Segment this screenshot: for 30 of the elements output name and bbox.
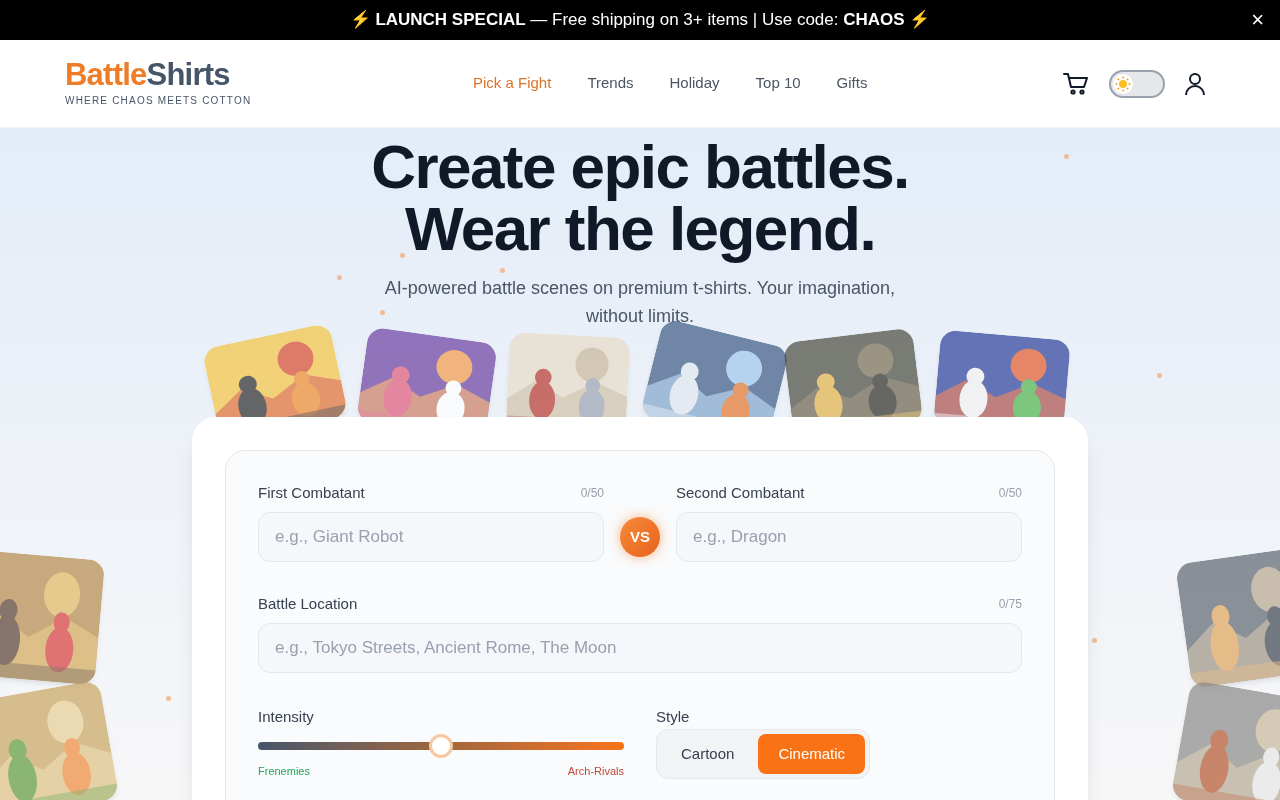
style-option[interactable]: Cartoon [661,734,755,774]
field-label: Battle Location [258,593,358,614]
logo-tagline: WHERE CHAOS MEETS COTTON [65,94,253,108]
text-input[interactable]: e.g., Dragon [676,512,1022,562]
slider-min-label: Frenemies [258,764,310,779]
user-icon[interactable] [1185,71,1205,96]
slider-max-label: Arch-Rivals [567,764,624,779]
hero-subtitle: AI-powered battle scenes on premium t-shirts. Your imagination, without limits. [383,277,897,328]
character-counter: 0/50 [580,485,604,502]
logo-text[interactable]: BattleShirts [65,59,325,91]
text-input[interactable]: e.g., Tokyo Streets, Ancient Rome, The Moon [258,623,1022,673]
cart-icon[interactable] [1063,71,1089,96]
field-label: First Combatant [258,482,365,503]
character-counter: 0/75 [998,596,1022,613]
close-button[interactable]: × [1251,8,1264,32]
nav-link[interactable]: Top 10 [755,72,801,95]
slider-thumb[interactable] [429,734,453,758]
announcement-text: ⚡ LAUNCH SPECIAL — Free shipping on 3+ items | Use code: CHAOS ⚡ [349,9,931,32]
theme-toggle[interactable] [1109,69,1165,98]
sun-icon [1115,75,1131,92]
nav-link[interactable]: Holiday [669,72,720,95]
intensity-slider[interactable] [258,734,624,758]
nav-link[interactable]: Trends [587,72,634,95]
character-counter: 0/50 [998,485,1022,502]
field-label: Style [656,707,691,724]
nav-link[interactable]: Gifts [836,72,868,95]
field-label: Second Combatant [676,482,805,503]
text-input[interactable]: e.g., Giant Robot [258,512,604,562]
field-label: Intensity [258,707,315,724]
vs-badge: VS [620,517,660,557]
